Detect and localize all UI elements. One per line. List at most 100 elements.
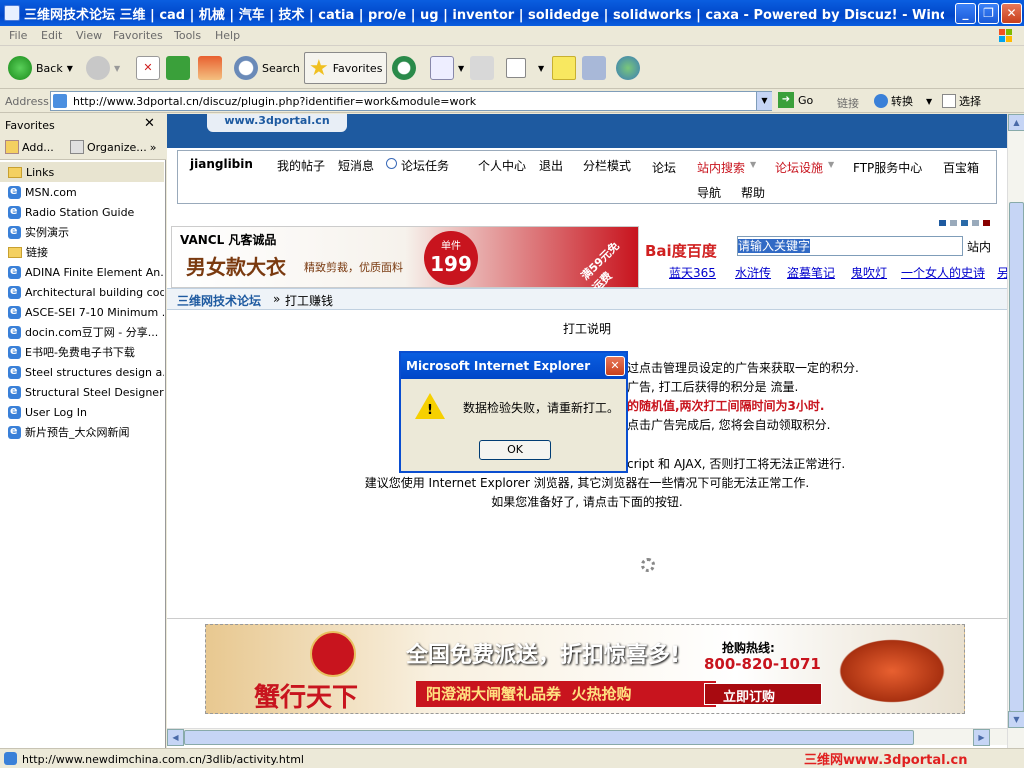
minimize-button[interactable]: _ <box>955 3 976 24</box>
vancl-headline: 男女款大衣 <box>186 255 286 279</box>
print-button[interactable] <box>470 52 494 84</box>
forward-button[interactable]: ▼ <box>86 52 120 84</box>
menu-help[interactable]: Help <box>215 29 240 42</box>
ftp-link[interactable]: FTP服务中心 <box>853 159 922 176</box>
chevron-down-icon[interactable]: ▼ <box>67 64 73 73</box>
ok-button[interactable]: OK <box>479 440 551 460</box>
mail-button[interactable]: ▼ <box>430 52 464 84</box>
menu-edit[interactable]: Edit <box>41 29 62 42</box>
edit-button[interactable]: ▼ <box>506 52 544 84</box>
favorites-item[interactable]: ADINA Finite Element An... <box>0 262 164 282</box>
profile-link[interactable]: 个人中心 <box>478 157 526 174</box>
home-button[interactable] <box>198 52 222 84</box>
scroll-left-button[interactable]: ◀ <box>167 729 184 746</box>
select-label: 选择 <box>959 95 981 108</box>
username-link[interactable]: jianglibin <box>190 157 253 171</box>
split-mode-link[interactable]: 分栏模式 <box>583 157 631 174</box>
horizontal-scrollbar[interactable]: ◀ ▶ <box>167 728 1007 746</box>
favorites-button[interactable]: ★ Favorites <box>304 52 388 84</box>
favorites-item[interactable]: 实例演示 <box>0 222 164 242</box>
ie-page-icon <box>8 384 21 399</box>
scroll-thumb[interactable] <box>184 730 914 745</box>
favorites-item[interactable]: Links <box>0 162 164 182</box>
favorites-item[interactable]: MSN.com <box>0 182 164 202</box>
baidu-hot-link[interactable]: 一个女人的史诗 <box>901 264 985 281</box>
baidu-search-input[interactable]: 请输入关键字 <box>737 236 963 256</box>
dialog-title[interactable]: Microsoft Internet Explorer <box>401 353 626 379</box>
favorites-item[interactable]: E书吧-免费电子书下载 <box>0 342 164 362</box>
vancl-sub: 精致剪裁，优质面料 <box>304 261 403 274</box>
menu-favorites[interactable]: Favorites <box>113 29 163 42</box>
scroll-down-button[interactable]: ▼ <box>1008 711 1024 728</box>
crab-banner[interactable]: 全国免费派送，折扣惊喜多! 抢购热线: 800-820-1071 蟹行天下 阳澄… <box>205 624 965 714</box>
window-title: 三维网技术论坛 三维 | cad | 机械 | 汽车 | 技术 | catia … <box>24 8 944 23</box>
scroll-up-button[interactable]: ▲ <box>1008 114 1024 131</box>
address-dropdown[interactable]: ▼ <box>756 92 772 110</box>
my-posts-link[interactable]: 我的帖子 <box>277 157 325 174</box>
messages-link[interactable]: 短消息 <box>338 157 374 174</box>
convert-button[interactable]: 转换 ▼ <box>874 93 932 109</box>
select-button[interactable]: 选择 <box>942 93 981 109</box>
crab-order-button[interactable]: 立即订购 <box>704 683 822 705</box>
maximize-button[interactable]: ❐ <box>978 3 999 24</box>
dialog-close-button[interactable]: ✕ <box>605 356 625 376</box>
favorites-item[interactable]: ASCE-SEI 7-10 Minimum ... <box>0 302 164 322</box>
vertical-scrollbar[interactable]: ▲ ▼ <box>1007 114 1024 748</box>
menu-file[interactable]: File <box>9 29 27 42</box>
favorites-item[interactable]: Steel structures design a... <box>0 362 164 382</box>
address-input[interactable]: http://www.3dportal.cn/discuz/plugin.php… <box>50 91 772 111</box>
vancl-banner[interactable]: VANCL 凡客诚品 男女款大衣 精致剪裁，优质面料 单件 199 满59元免运… <box>171 226 639 294</box>
discuss-button[interactable] <box>552 52 576 84</box>
organize-favorites-button[interactable]: Organize... » <box>70 140 157 154</box>
favorites-item[interactable]: 新片预告_大众网新闻 <box>0 422 164 442</box>
baidu-search-button[interactable]: 站内 <box>967 238 991 255</box>
facilities-menu[interactable]: 论坛设施 <box>775 159 823 176</box>
history-button[interactable] <box>392 52 416 84</box>
chevron-right-icon[interactable]: » <box>150 141 157 154</box>
ie-page-icon <box>8 404 21 419</box>
chevron-down-icon[interactable]: ▼ <box>538 64 544 73</box>
favorites-item[interactable]: Radio Station Guide <box>0 202 164 222</box>
logout-link[interactable]: 退出 <box>539 157 563 174</box>
favorites-item[interactable]: User Log In <box>0 402 164 422</box>
favorites-item[interactable]: Structural Steel Designer'... <box>0 382 164 402</box>
search-button[interactable]: Search <box>234 52 300 84</box>
menu-tools[interactable]: Tools <box>174 29 201 42</box>
help-link[interactable]: 帮助 <box>741 184 765 201</box>
organize-icon <box>70 140 84 154</box>
close-button[interactable]: ✕ <box>1001 3 1022 24</box>
go-button[interactable]: ➜ Go <box>778 92 813 108</box>
scroll-right-button[interactable]: ▶ <box>973 729 990 746</box>
favorites-item[interactable]: 链接 <box>0 242 164 262</box>
chevron-down-icon[interactable]: ▼ <box>114 64 120 73</box>
research-button[interactable] <box>582 52 606 84</box>
menu-view[interactable]: View <box>76 29 102 42</box>
favorites-item[interactable]: docin.com豆丁网 - 分享... <box>0 322 164 342</box>
baidu-hot-link[interactable]: 另 <box>997 264 1007 281</box>
baidu-hot-link[interactable]: 盗墓笔记 <box>787 264 835 281</box>
navigation-link[interactable]: 导航 <box>697 184 721 201</box>
site-search-menu[interactable]: 站内搜索 <box>697 159 745 176</box>
refresh-button[interactable] <box>166 52 190 84</box>
tasks-link[interactable]: 论坛任务 <box>401 157 449 174</box>
baidu-hot-link[interactable]: 水浒传 <box>735 264 771 281</box>
window-title-bar[interactable]: 三维网技术论坛 三维 | cad | 机械 | 汽车 | 技术 | catia … <box>0 0 1024 26</box>
messenger-button[interactable] <box>616 52 640 84</box>
baidu-hot-link[interactable]: 蓝天365 <box>669 264 716 281</box>
close-icon[interactable]: ✕ <box>144 116 155 131</box>
add-favorite-button[interactable]: Add... <box>5 140 54 154</box>
chevron-down-icon[interactable]: ▼ <box>458 64 464 73</box>
links-label[interactable]: 链接 <box>837 95 859 111</box>
treasure-link[interactable]: 百宝箱 <box>943 159 979 176</box>
stop-button[interactable]: ✕ <box>136 52 160 84</box>
breadcrumb-home[interactable]: 三维网技术论坛 <box>177 292 261 309</box>
back-button[interactable]: Back ▼ <box>8 52 73 84</box>
baidu-hot-link[interactable]: 鬼吹灯 <box>851 264 887 281</box>
crab-logo <box>310 631 356 677</box>
favorites-item[interactable]: Architectural building cod... <box>0 282 164 302</box>
chevron-down-icon[interactable]: ▼ <box>926 97 932 106</box>
scroll-thumb[interactable] <box>1009 202 1024 712</box>
site-logo[interactable]: www.3dportal.cn <box>207 114 347 132</box>
forum-link[interactable]: 论坛 <box>652 159 676 176</box>
work-line: cript 和 AJAX, 否则打工将无法正常进行. <box>627 457 846 471</box>
